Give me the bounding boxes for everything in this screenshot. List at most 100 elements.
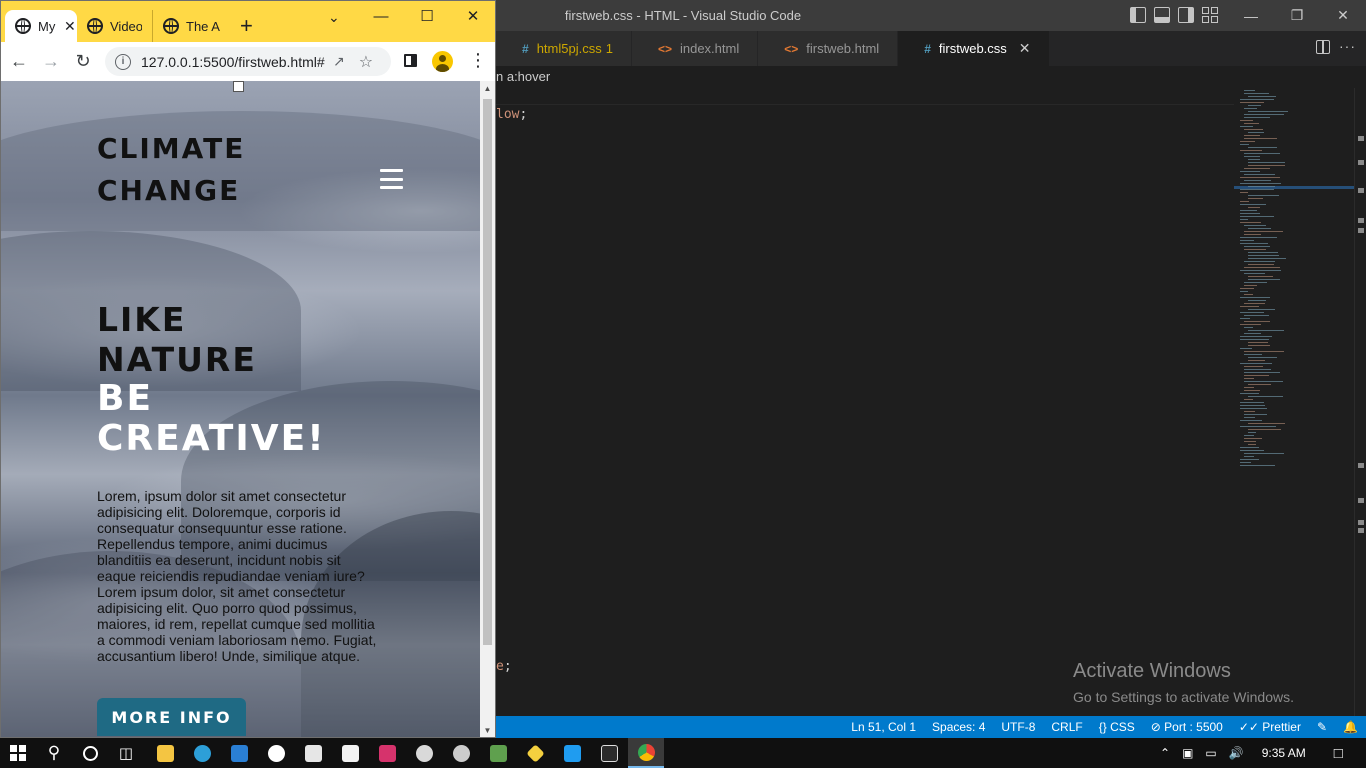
split-editor-icon[interactable]	[1316, 40, 1330, 54]
browser-tab[interactable]: The A	[152, 10, 230, 42]
web-page: CLIMATE CHANGE LIKE NATURE BE CREATIVE! …	[1, 81, 480, 737]
new-tab-button[interactable]: +	[240, 15, 253, 37]
terminal-icon[interactable]	[591, 738, 627, 768]
notifications-icon[interactable]: 🔔	[1343, 720, 1358, 734]
minimap-line	[1244, 267, 1280, 268]
minimize-icon[interactable]: —	[358, 1, 404, 31]
hamburger-menu-icon[interactable]	[380, 169, 403, 189]
scroll-down-icon[interactable]: ▼	[480, 723, 495, 737]
tab-search-chevron-icon[interactable]: ⌄	[328, 9, 340, 26]
browser-tab[interactable]: Video	[77, 10, 152, 42]
close-tab-icon[interactable]: ✕	[64, 18, 76, 35]
editor-scrollbar[interactable]	[1354, 88, 1366, 716]
meet-now-icon[interactable]: ▣	[1182, 746, 1193, 760]
minimap-line	[1240, 336, 1272, 337]
share-icon[interactable]: ↗	[333, 53, 345, 70]
logo-line: CLIMATE	[97, 132, 246, 165]
file-explorer-icon[interactable]	[147, 738, 183, 768]
indentation[interactable]: Spaces: 4	[932, 720, 985, 734]
instagram-icon[interactable]	[369, 738, 405, 768]
site-logo[interactable]: CLIMATE CHANGE	[97, 128, 297, 212]
address-bar[interactable]: i 127.0.0.1:5500/firstweb.html# ↗ ☆	[105, 47, 391, 76]
cursor-position[interactable]: Ln 51, Col 1	[851, 720, 916, 734]
wordpress-icon[interactable]	[258, 738, 294, 768]
maximize-icon[interactable]: ☐	[404, 1, 450, 31]
live-server-port[interactable]: ⊘ Port : 5500	[1151, 720, 1223, 734]
toggle-secondary-sidebar-icon[interactable]	[1178, 7, 1194, 23]
toggle-panel-icon[interactable]	[1154, 7, 1170, 23]
minimap-line	[1248, 345, 1270, 346]
feedback-icon[interactable]: ✎	[1317, 720, 1327, 734]
notification-center-icon[interactable]: □	[1334, 745, 1343, 762]
browser-tab-active[interactable]: My ✕	[5, 10, 77, 42]
scroll-up-icon[interactable]: ▲	[480, 81, 495, 95]
app-icon[interactable]	[295, 738, 331, 768]
scrollbar-thumb[interactable]	[483, 99, 492, 645]
chrome-menu-icon[interactable]: ⋮	[469, 51, 487, 69]
minimap-line	[1240, 102, 1264, 103]
forward-arrow-icon[interactable]: →	[40, 50, 62, 72]
tab-label: html5pj.css	[536, 41, 602, 56]
task-view-icon[interactable]: ◫	[108, 738, 144, 768]
toggle-primary-sidebar-icon[interactable]	[1130, 7, 1146, 23]
minimap-line	[1240, 291, 1248, 292]
encoding[interactable]: UTF-8	[1001, 720, 1035, 734]
tab-title: My	[38, 18, 56, 34]
profile-avatar[interactable]	[432, 51, 453, 72]
html-file-icon: <>	[657, 41, 672, 56]
more-actions-icon[interactable]: ···	[1339, 38, 1356, 54]
page-scrollbar[interactable]: ▲ ▼	[480, 81, 495, 737]
restore-icon[interactable]: ❐	[1274, 0, 1320, 31]
tab-index-html[interactable]: <> index.html	[631, 31, 759, 66]
code-editor[interactable]: low; e;	[496, 88, 1234, 716]
language-mode[interactable]: {} CSS	[1099, 720, 1135, 734]
end-of-line[interactable]: CRLF	[1051, 720, 1082, 734]
minimap-line	[1248, 147, 1277, 148]
more-info-button[interactable]: MORE INFO	[97, 698, 246, 736]
nodejs-icon[interactable]	[480, 738, 516, 768]
prettier-status[interactable]: ✓✓ Prettier	[1239, 720, 1301, 734]
minimap-line	[1240, 405, 1265, 406]
downloader-icon[interactable]	[443, 738, 479, 768]
app-icon[interactable]	[332, 738, 368, 768]
chevron-up-icon[interactable]: ⌃	[1160, 746, 1170, 760]
edge-icon[interactable]	[184, 738, 220, 768]
git-icon[interactable]	[517, 738, 553, 768]
vscode-taskbar-icon[interactable]	[554, 738, 590, 768]
media-player-icon[interactable]	[406, 738, 442, 768]
site-info-icon[interactable]: i	[115, 53, 131, 70]
customize-layout-icon[interactable]	[1202, 7, 1218, 23]
minimap-line	[1248, 384, 1271, 385]
cortana-icon[interactable]	[72, 738, 108, 768]
search-icon[interactable]: ⚲	[36, 738, 72, 768]
minimap-line	[1240, 210, 1257, 211]
close-icon[interactable]: ✕	[1320, 0, 1366, 31]
reload-icon[interactable]: ↻	[72, 50, 94, 72]
minimap-line	[1240, 447, 1259, 448]
tab-firstweb-css[interactable]: # firstweb.css ✕	[898, 31, 1050, 66]
minimap-line	[1244, 273, 1265, 274]
tab-html5pj-css[interactable]: # html5pj.css 1	[496, 31, 632, 66]
minimap-line	[1244, 156, 1260, 157]
close-window-icon[interactable]: ✕	[450, 1, 496, 31]
bookmark-star-icon[interactable]: ☆	[359, 52, 373, 72]
minimap-line	[1244, 414, 1267, 415]
chrome-taskbar-icon[interactable]	[628, 738, 664, 768]
minimap-line	[1244, 168, 1270, 169]
code-line: e;	[496, 659, 512, 674]
mail-icon[interactable]	[221, 738, 257, 768]
url-text[interactable]: 127.0.0.1:5500/firstweb.html#	[141, 54, 325, 70]
side-panel-icon[interactable]	[404, 54, 417, 67]
battery-icon[interactable]: ▭	[1205, 746, 1216, 760]
close-tab-icon[interactable]: ✕	[1019, 40, 1031, 57]
clock[interactable]: 9:35 AM	[1262, 746, 1306, 760]
minimize-icon[interactable]: —	[1228, 0, 1274, 31]
back-arrow-icon[interactable]: ←	[8, 50, 30, 72]
volume-icon[interactable]: 🔊	[1229, 746, 1244, 760]
breadcrumb[interactable]: n a:hover	[496, 66, 1366, 88]
start-button[interactable]	[0, 738, 36, 768]
css-file-icon: #	[924, 41, 931, 56]
minimap-line	[1244, 249, 1266, 250]
tab-firstweb-html[interactable]: <> firstweb.html	[758, 31, 899, 66]
minimap[interactable]	[1234, 88, 1354, 716]
